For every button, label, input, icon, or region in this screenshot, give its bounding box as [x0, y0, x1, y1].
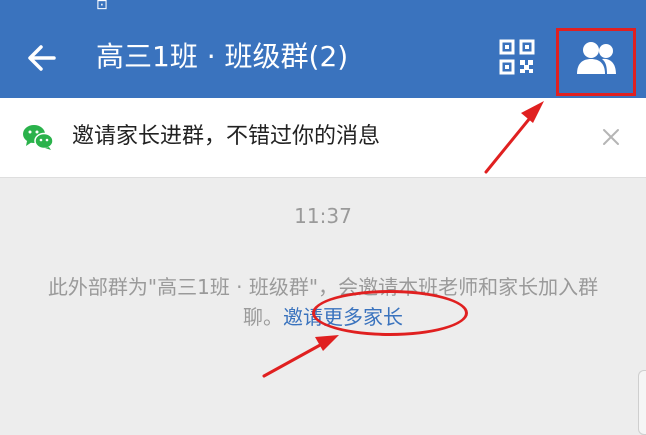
group-members-button[interactable] [556, 28, 636, 96]
status-glyph: ⊡ [96, 0, 108, 13]
back-button[interactable] [22, 38, 62, 78]
invite-parents-banner[interactable]: 邀请家长进群，不错过你的消息 [0, 98, 646, 178]
app-header: 高三1班 · 班级群(2) [0, 16, 646, 98]
close-icon [603, 129, 619, 145]
arrow-left-icon [28, 45, 56, 71]
close-banner-button[interactable] [596, 122, 626, 152]
status-bar: ⊡ [0, 0, 646, 16]
group-members-icon [577, 42, 616, 74]
system-message: 此外部群为"高三1班 · 班级群"，会邀请本班老师和家长加入群聊。邀请更多家长 [40, 272, 606, 332]
invite-banner-text: 邀请家长进群，不错过你的消息 [72, 124, 381, 149]
scroll-handle[interactable] [638, 370, 646, 435]
message-timestamp: 11:37 [294, 204, 352, 228]
chat-area[interactable]: 11:37 此外部群为"高三1班 · 班级群"，会邀请本班老师和家长加入群聊。邀… [0, 178, 646, 433]
invite-more-parents-link[interactable]: 邀请更多家长 [283, 305, 403, 329]
qr-code-button[interactable] [496, 36, 538, 78]
wechat-icon [23, 125, 54, 150]
chat-title: 高三1班 · 班级群(2) [96, 40, 349, 73]
qr-code-icon [499, 39, 535, 75]
